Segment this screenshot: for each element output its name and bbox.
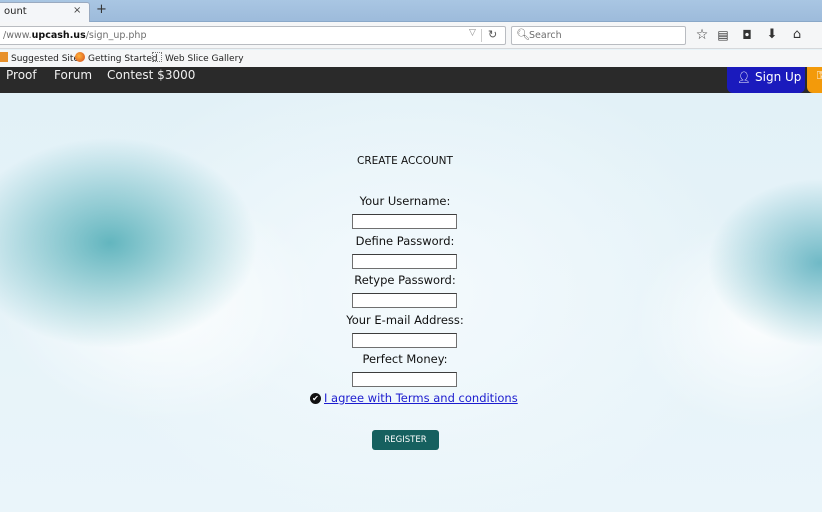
key-icon: ⚿	[817, 69, 822, 82]
password-label: Define Password:	[355, 234, 455, 248]
suggested-sites-icon	[0, 52, 8, 62]
bookmarks-bar: Suggested Sites Getting Started Web Slic…	[0, 50, 822, 67]
url-separator	[481, 29, 482, 42]
perfect-money-label: Perfect Money:	[362, 352, 448, 366]
reload-icon[interactable]: ↻	[488, 28, 497, 41]
site-nav: Proof Forum Contest $3000 👤︎ Sign Up ⚿	[0, 67, 822, 93]
email-input[interactable]	[352, 333, 457, 348]
url-host: upcash.us	[31, 30, 86, 41]
bookmark-label: Getting Started	[88, 54, 158, 64]
register-button[interactable]: REGISTER	[372, 430, 439, 450]
tab-close-icon[interactable]: ×	[73, 5, 81, 16]
signup-content: CREATE ACCOUNT Your Username: Define Pas…	[0, 93, 822, 512]
username-label: Your Username:	[359, 194, 451, 208]
search-input[interactable]: 🔍︎ Search	[511, 26, 686, 45]
page-title: CREATE ACCOUNT	[357, 155, 453, 167]
bookmark-label: Suggested Sites	[11, 54, 84, 64]
pocket-icon[interactable]: ◘	[738, 28, 756, 42]
reading-list-icon[interactable]: ▤	[714, 28, 732, 42]
url-path: /sign_up.php	[85, 30, 147, 41]
star-icon[interactable]: ☆	[693, 27, 711, 43]
nav-link-contest[interactable]: Contest $3000	[107, 68, 195, 82]
retype-password-label: Retype Password:	[354, 273, 456, 287]
search-placeholder: Search	[529, 30, 562, 41]
home-icon[interactable]: ⌂	[788, 27, 806, 42]
tab-title: ount	[4, 6, 27, 17]
email-label: Your E-mail Address:	[346, 313, 464, 327]
browser-tab[interactable]: ount ×	[0, 2, 90, 23]
login-button[interactable]: ⚿	[807, 67, 822, 93]
download-icon[interactable]: ⬇	[763, 27, 781, 42]
username-input[interactable]	[352, 214, 457, 229]
signup-label: Sign Up	[755, 70, 802, 84]
url-prefix: /www.	[3, 30, 32, 41]
bookmark-suggested-sites[interactable]: Suggested Sites	[0, 52, 84, 64]
web-slice-icon	[152, 52, 162, 62]
bookmark-getting-started[interactable]: Getting Started	[75, 52, 158, 64]
password-input[interactable]	[352, 254, 457, 269]
new-tab-icon[interactable]: +	[96, 2, 107, 17]
tab-strip: ount × +	[0, 0, 822, 23]
firefox-icon	[75, 52, 85, 62]
bookmark-web-slice-gallery[interactable]: Web Slice Gallery	[152, 52, 244, 64]
url-bar[interactable]: /www.upcash.us/sign_up.php ▽ ↻	[0, 26, 506, 45]
add-user-icon: 👤︎	[737, 71, 751, 84]
bookmark-label: Web Slice Gallery	[165, 54, 244, 64]
search-icon: 🔍︎	[516, 28, 530, 41]
check-circle-icon[interactable]: ✔	[310, 393, 321, 404]
nav-link-forum[interactable]: Forum	[54, 68, 92, 82]
signup-button[interactable]: 👤︎ Sign Up	[727, 67, 805, 93]
nav-link-proof[interactable]: Proof	[6, 68, 37, 82]
retype-password-input[interactable]	[352, 293, 457, 308]
perfect-money-input[interactable]	[352, 372, 457, 387]
terms-link[interactable]: I agree with Terms and conditions	[324, 391, 518, 405]
url-text: /www.upcash.us/sign_up.php	[3, 30, 146, 41]
url-dropdown-icon[interactable]: ▽	[469, 28, 476, 38]
